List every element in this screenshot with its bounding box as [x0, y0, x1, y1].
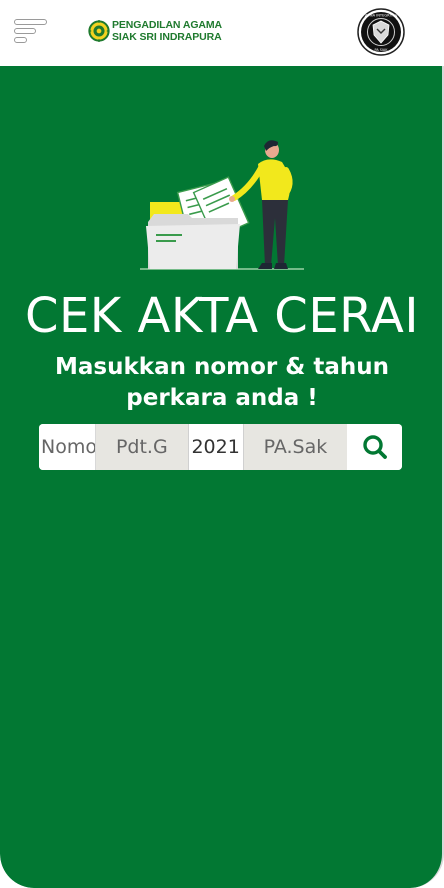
court-code-label: PA.Sak	[243, 424, 348, 470]
search-button[interactable]	[347, 424, 402, 470]
case-year-input[interactable]	[187, 424, 244, 470]
court-logo-icon	[88, 20, 110, 42]
case-search-form: Pdt.G PA.Sak	[39, 424, 402, 470]
menu-icon[interactable]	[14, 19, 50, 43]
case-number-input[interactable]	[39, 424, 95, 470]
app-frame: PENGADILAN AGAMA SIAK SRI INDRAPURA ZONA…	[0, 0, 444, 888]
brand-line-2: SIAK SRI INDRAPURA	[112, 31, 222, 43]
badge-bottom-text: PA SIAK	[375, 48, 389, 52]
case-type-label: Pdt.G	[95, 424, 188, 470]
zona-integritas-badge-icon: ZONA INTEGRITAS PA SIAK	[357, 8, 405, 56]
brand-line-1: PENGADILAN AGAMA	[112, 19, 223, 31]
page-title: CEK AKTA CERAI	[24, 288, 420, 344]
document-folder-illustration	[140, 140, 304, 270]
search-icon	[362, 435, 387, 459]
brand[interactable]: PENGADILAN AGAMA SIAK SRI INDRAPURA	[88, 16, 222, 46]
page-subtitle: Masukkan nomor & tahun perkara anda !	[55, 354, 389, 411]
top-navbar: PENGADILAN AGAMA SIAK SRI INDRAPURA ZONA…	[0, 0, 444, 67]
badge-top-text: ZONA INTEGRITAS	[365, 14, 399, 18]
hero-section: CEK AKTA CERAI Masukkan nomor & tahun pe…	[0, 66, 444, 888]
